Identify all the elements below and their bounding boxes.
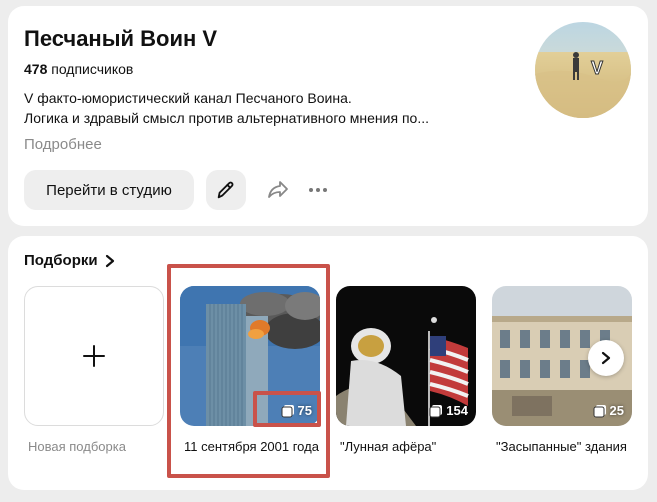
collection-1-count-badge: 75 xyxy=(281,403,312,418)
new-collection-tile[interactable] xyxy=(24,286,164,426)
collection-2-count-badge: 154 xyxy=(429,403,468,418)
description-line-1: V факто-юмористический канал Песчаного В… xyxy=(24,90,352,106)
stack-icon xyxy=(593,404,606,417)
collection-3-title[interactable]: "Засыпанные" здания xyxy=(496,438,636,456)
chevron-right-icon xyxy=(105,254,114,267)
collection-3-count: 25 xyxy=(609,403,624,418)
pencil-icon xyxy=(217,181,234,199)
edit-button[interactable] xyxy=(206,170,246,210)
collection-1-count: 75 xyxy=(297,403,312,418)
chevron-right-icon xyxy=(601,351,611,365)
collection-tile-2[interactable]: 154 xyxy=(336,286,476,426)
subscriber-label: подписчиков xyxy=(51,61,134,77)
collection-2-title[interactable]: "Лунная афёра" xyxy=(340,438,480,456)
plus-icon xyxy=(83,345,105,367)
avatar-desert-image: V xyxy=(535,22,631,118)
channel-avatar: V xyxy=(535,22,631,118)
more-dots-icon xyxy=(309,188,327,192)
collections-section: Подборки Новая подборка 75 11 сентября 2… xyxy=(8,236,648,490)
collections-title: Подборки xyxy=(24,252,98,269)
collection-1-title[interactable]: 11 сентября 2001 года xyxy=(184,438,324,456)
subscriber-count: 478 подписчиков xyxy=(24,61,133,77)
next-page-button[interactable] xyxy=(588,340,624,376)
more-link[interactable]: Подробнее xyxy=(24,136,102,153)
description-line-2: Логика и здравый смысл против альтернати… xyxy=(24,110,429,126)
collection-3-count-badge: 25 xyxy=(593,403,624,418)
collection-tile-1[interactable]: 75 xyxy=(180,286,320,426)
subscriber-number: 478 xyxy=(24,61,48,77)
collections-header-link[interactable]: Подборки xyxy=(24,252,116,269)
channel-title: Песчаный Воин V xyxy=(24,26,218,51)
share-button[interactable] xyxy=(264,176,292,204)
avatar-letter: V xyxy=(591,58,603,78)
more-options-button[interactable] xyxy=(304,176,332,204)
go-to-studio-button[interactable]: Перейти в студию xyxy=(24,170,194,210)
share-arrow-icon xyxy=(268,181,288,198)
new-collection-label: Новая подборка xyxy=(28,439,126,454)
stack-icon xyxy=(281,404,294,417)
channel-header-card: Песчаный Воин V 478 подписчиков V факто-… xyxy=(8,6,648,226)
channel-description: V факто-юмористический канал Песчаного В… xyxy=(24,88,474,128)
collection-2-count: 154 xyxy=(446,403,468,418)
stack-icon xyxy=(429,404,443,417)
